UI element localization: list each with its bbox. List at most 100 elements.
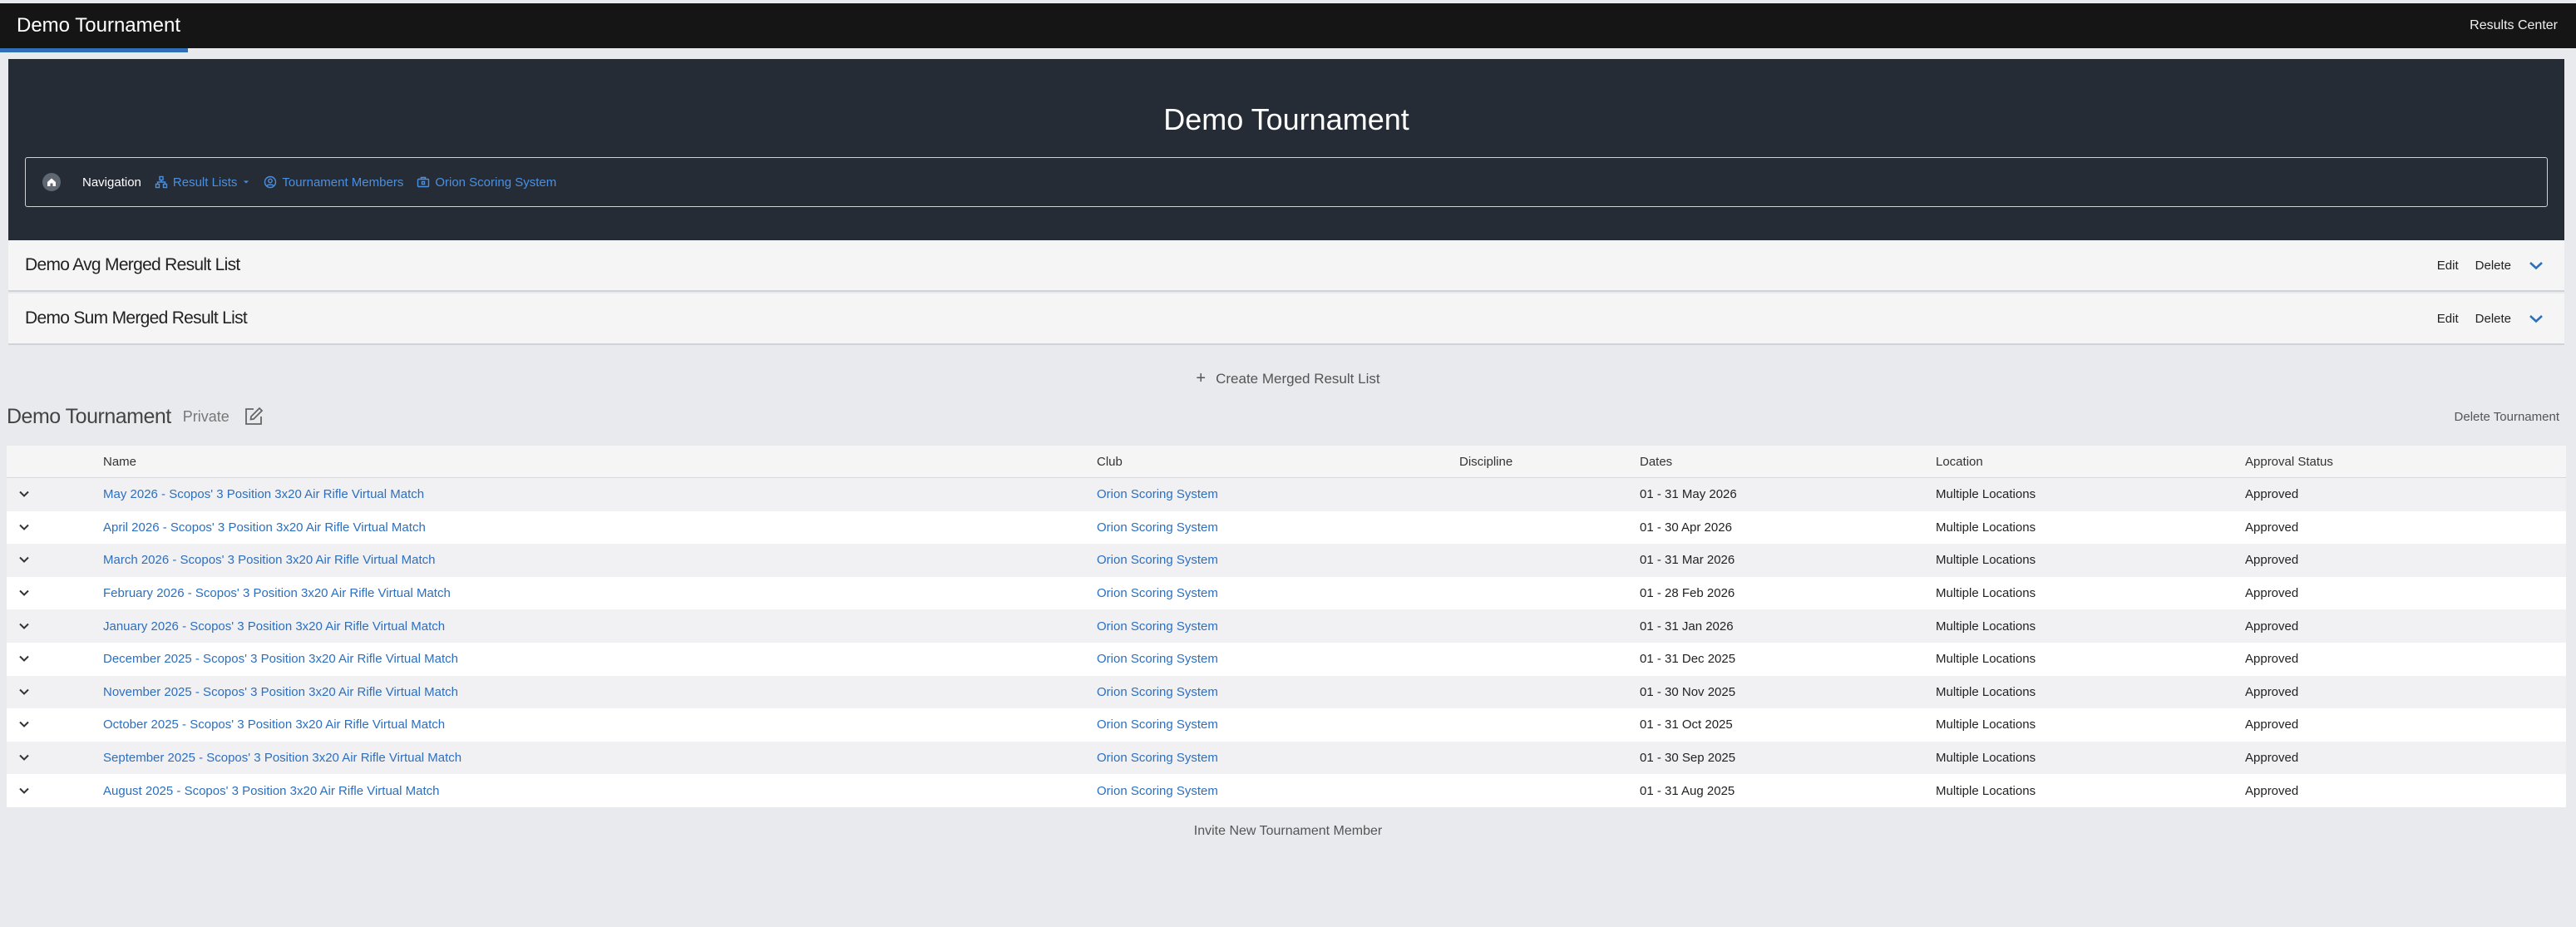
discipline-cell <box>1459 708 1640 742</box>
column-header-club[interactable]: Club <box>1097 446 1459 478</box>
match-name-link[interactable]: August 2025 - Scopos' 3 Position 3x20 Ai… <box>103 784 439 798</box>
chevron-down-icon[interactable] <box>18 720 30 728</box>
match-name-link[interactable]: December 2025 - Scopos' 3 Position 3x20 … <box>103 652 458 666</box>
expand-row-cell[interactable] <box>7 576 103 610</box>
expand-row-cell[interactable] <box>7 642 103 676</box>
table-row[interactable]: January 2026 - Scopos' 3 Position 3x20 A… <box>7 609 2566 643</box>
hero-banner: Demo Tournament Navigation Result Lists … <box>8 59 2564 240</box>
table-row[interactable]: August 2025 - Scopos' 3 Position 3x20 Ai… <box>7 774 2566 807</box>
table-row[interactable]: April 2026 - Scopos' 3 Position 3x20 Air… <box>7 510 2566 545</box>
edit-button[interactable]: Edit <box>2437 312 2459 326</box>
match-name-link[interactable]: May 2026 - Scopos' 3 Position 3x20 Air R… <box>103 487 424 501</box>
expand-row-cell[interactable] <box>7 774 103 807</box>
table-row[interactable]: May 2026 - Scopos' 3 Position 3x20 Air R… <box>7 477 2566 511</box>
edit-icon[interactable] <box>243 406 264 427</box>
table-row[interactable]: December 2025 - Scopos' 3 Position 3x20 … <box>7 642 2566 676</box>
result-lists-dropdown[interactable]: Result Lists <box>155 175 251 190</box>
discipline-cell <box>1459 642 1640 676</box>
merged-result-list-row[interactable]: Demo Avg Merged Result List Edit Delete <box>8 240 2564 292</box>
location-cell: Multiple Locations <box>1936 774 2245 807</box>
match-name-link[interactable]: November 2025 - Scopos' 3 Position 3x20 … <box>103 685 458 699</box>
results-center-link[interactable]: Results Center <box>2470 18 2558 33</box>
orion-scoring-link[interactable]: Orion Scoring System <box>417 175 556 190</box>
club-link[interactable]: Orion Scoring System <box>1097 586 1218 600</box>
match-name-link[interactable]: January 2026 - Scopos' 3 Position 3x20 A… <box>103 619 445 634</box>
match-name-link[interactable]: September 2025 - Scopos' 3 Position 3x20… <box>103 751 461 765</box>
invite-member-button[interactable]: Invite New Tournament Member <box>0 824 2576 839</box>
merged-list-title[interactable]: Demo Sum Merged Result List <box>25 308 248 328</box>
column-header-approval-status[interactable]: Approval Status <box>2245 446 2566 478</box>
club-link[interactable]: Orion Scoring System <box>1097 751 1218 765</box>
column-header-dates[interactable]: Dates <box>1640 446 1936 478</box>
events-table: Name Club Discipline Dates Location Appr… <box>7 446 2566 807</box>
club-cell: Orion Scoring System <box>1097 741 1459 775</box>
table-row[interactable]: November 2025 - Scopos' 3 Position 3x20 … <box>7 675 2566 709</box>
name-cell: September 2025 - Scopos' 3 Position 3x20… <box>103 741 1097 775</box>
chevron-down-icon[interactable] <box>18 688 30 696</box>
club-link[interactable]: Orion Scoring System <box>1097 487 1218 501</box>
chevron-down-icon[interactable] <box>18 555 30 564</box>
expand-row-cell[interactable] <box>7 477 103 511</box>
match-name-link[interactable]: March 2026 - Scopos' 3 Position 3x20 Air… <box>103 553 435 567</box>
club-link[interactable]: Orion Scoring System <box>1097 652 1218 666</box>
discipline-cell <box>1459 544 1640 577</box>
expand-row-cell[interactable] <box>7 675 103 709</box>
chevron-down-icon[interactable] <box>18 654 30 663</box>
club-link[interactable]: Orion Scoring System <box>1097 553 1218 567</box>
chevron-down-icon[interactable] <box>2528 259 2544 271</box>
navigation-label: Navigation <box>82 175 141 190</box>
dates-cell: 01 - 31 Dec 2025 <box>1640 642 1936 676</box>
dates-cell: 01 - 31 May 2026 <box>1640 477 1936 511</box>
name-cell: August 2025 - Scopos' 3 Position 3x20 Ai… <box>103 774 1097 807</box>
location-cell: Multiple Locations <box>1936 741 2245 775</box>
create-merged-label: Create Merged Result List <box>1216 371 1380 387</box>
table-row[interactable]: March 2026 - Scopos' 3 Position 3x20 Air… <box>7 544 2566 577</box>
expand-row-cell[interactable] <box>7 510 103 545</box>
club-link[interactable]: Orion Scoring System <box>1097 717 1218 732</box>
approval-status-cell: Approved <box>2245 774 2566 807</box>
match-name-link[interactable]: April 2026 - Scopos' 3 Position 3x20 Air… <box>103 520 426 535</box>
delete-tournament-button[interactable]: Delete Tournament <box>2455 410 2559 424</box>
column-header-location[interactable]: Location <box>1936 446 2245 478</box>
tournament-header: Demo Tournament Private Delete Tournamen… <box>7 404 2559 429</box>
chevron-down-icon[interactable] <box>18 490 30 498</box>
chevron-down-icon[interactable] <box>18 786 30 795</box>
chevron-down-icon[interactable] <box>18 523 30 531</box>
discipline-cell <box>1459 741 1640 775</box>
match-name-link[interactable]: October 2025 - Scopos' 3 Position 3x20 A… <box>103 717 445 732</box>
location-cell: Multiple Locations <box>1936 576 2245 610</box>
club-link[interactable]: Orion Scoring System <box>1097 685 1218 699</box>
name-cell: May 2026 - Scopos' 3 Position 3x20 Air R… <box>103 477 1097 511</box>
club-link[interactable]: Orion Scoring System <box>1097 520 1218 535</box>
home-icon[interactable] <box>42 173 61 191</box>
chevron-down-icon[interactable] <box>2528 313 2544 324</box>
merged-result-list-row[interactable]: Demo Sum Merged Result List Edit Delete <box>8 293 2564 345</box>
column-header-name[interactable]: Name <box>103 446 1097 478</box>
chevron-down-icon[interactable] <box>18 622 30 630</box>
table-row[interactable]: September 2025 - Scopos' 3 Position 3x20… <box>7 741 2566 775</box>
app-title[interactable]: Demo Tournament <box>17 14 180 37</box>
club-link[interactable]: Orion Scoring System <box>1097 619 1218 634</box>
match-name-link[interactable]: February 2026 - Scopos' 3 Position 3x20 … <box>103 586 451 600</box>
dates-cell: 01 - 30 Sep 2025 <box>1640 741 1936 775</box>
table-row[interactable]: February 2026 - Scopos' 3 Position 3x20 … <box>7 576 2566 610</box>
tournament-members-link[interactable]: Tournament Members <box>264 175 403 190</box>
expand-row-cell[interactable] <box>7 708 103 742</box>
approval-status-cell: Approved <box>2245 576 2566 610</box>
expand-row-cell[interactable] <box>7 609 103 643</box>
merged-list-title[interactable]: Demo Avg Merged Result List <box>25 255 240 275</box>
location-cell: Multiple Locations <box>1936 510 2245 545</box>
club-link[interactable]: Orion Scoring System <box>1097 784 1218 798</box>
create-merged-result-list-button[interactable]: + Create Merged Result List <box>0 369 2576 388</box>
chevron-down-icon[interactable] <box>18 589 30 597</box>
edit-button[interactable]: Edit <box>2437 259 2459 273</box>
club-cell: Orion Scoring System <box>1097 774 1459 807</box>
delete-button[interactable]: Delete <box>2475 312 2511 326</box>
column-header-discipline[interactable]: Discipline <box>1459 446 1640 478</box>
expand-row-cell[interactable] <box>7 741 103 775</box>
chevron-down-icon[interactable] <box>18 753 30 762</box>
merged-list-actions: Edit Delete <box>2437 312 2544 326</box>
delete-button[interactable]: Delete <box>2475 259 2511 273</box>
table-row[interactable]: October 2025 - Scopos' 3 Position 3x20 A… <box>7 708 2566 742</box>
expand-row-cell[interactable] <box>7 544 103 577</box>
